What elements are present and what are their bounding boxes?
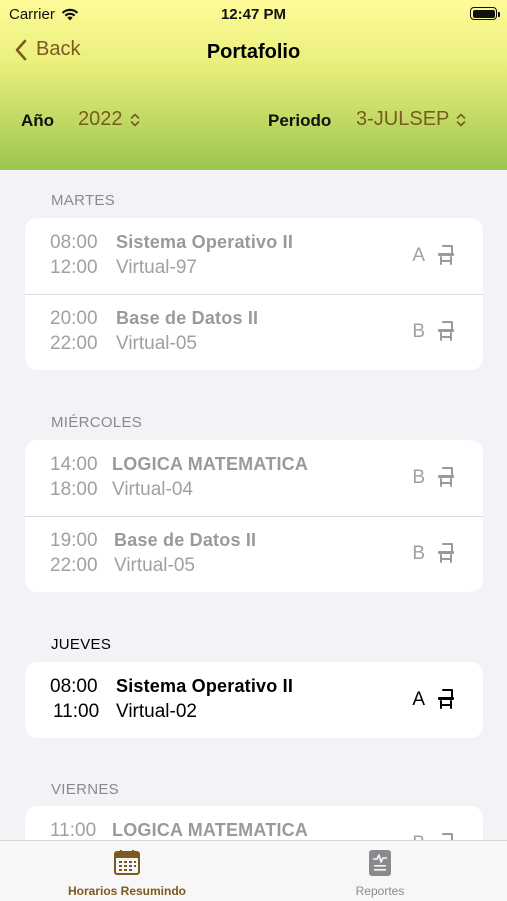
class-row[interactable]: 19:00 22:00 Base de Datos II Virtual-05 … (25, 516, 483, 592)
battery-tip (498, 12, 500, 17)
report-icon (369, 850, 391, 876)
classroom-desk-icon (438, 543, 454, 563)
course-name: Base de Datos II (116, 308, 259, 328)
course-name: LOGICA MATEMATICA (112, 820, 309, 840)
day-card-jueves: 08:00 11:00 Sistema Operativo II Virtual… (25, 662, 483, 738)
group-letter: B (412, 467, 425, 488)
up-down-chevron-icon (457, 113, 466, 126)
filters: Año 2022 Periodo 3-JULSEP (0, 108, 507, 134)
course-name: Base de Datos II (114, 530, 257, 550)
class-row[interactable]: 08:00 12:00 Sistema Operativo II Virtual… (25, 218, 483, 294)
tab-bar: Horarios Resumindo Reportes (0, 840, 507, 901)
end-time: 22:00 (50, 333, 98, 354)
group-letter: A (412, 245, 425, 266)
room-name: Virtual-05 (114, 555, 195, 576)
class-row[interactable]: 20:00 22:00 Base de Datos II Virtual-05 … (25, 294, 483, 370)
day-header-jueves: JUEVES (51, 636, 112, 653)
navigation-bar: Back Portafolio (0, 38, 507, 68)
start-time: 20:00 (50, 308, 98, 329)
group-letter: A (412, 689, 425, 710)
classroom-desk-icon (438, 321, 454, 341)
page-title: Portafolio (206, 41, 301, 63)
header: Carrier 12:47 PM Back Portafolio Año 202… (0, 0, 507, 170)
course-name: Sistema Operativo II (116, 676, 294, 696)
classroom-desk-icon (438, 245, 454, 265)
group-letter: B (412, 543, 425, 564)
day-card-miercoles: 14:00 18:00 LOGICA MATEMATICA Virtual-04… (25, 440, 483, 592)
class-row[interactable]: 14:00 18:00 LOGICA MATEMATICA Virtual-04… (25, 440, 483, 516)
day-header-martes: MARTES (51, 192, 116, 209)
tab-label: Horarios Resumindo (67, 884, 187, 898)
room-name: Virtual-05 (116, 333, 197, 354)
end-time: 18:00 (50, 479, 98, 500)
year-picker[interactable]: 2022 (78, 108, 141, 131)
classroom-desk-icon (438, 689, 454, 709)
period-label: Periodo (268, 111, 332, 130)
classroom-desk-icon (438, 467, 454, 487)
period-value: 3-JULSEP (356, 108, 450, 130)
room-name: Virtual-02 (116, 701, 197, 722)
end-time: 22:00 (50, 555, 98, 576)
tab-horarios-resumindo[interactable]: Horarios Resumindo (47, 849, 207, 898)
tab-label: Reportes (355, 884, 405, 898)
year-label: Año (21, 111, 55, 130)
end-time: 11:00 (53, 701, 100, 722)
room-name: Virtual-97 (116, 257, 197, 278)
start-time: 14:00 (50, 454, 98, 475)
start-time: 08:00 (50, 232, 98, 253)
up-down-chevron-icon (130, 113, 139, 126)
tab-reportes[interactable]: Reportes (300, 849, 460, 898)
period-picker[interactable]: 3-JULSEP (356, 108, 467, 131)
start-time: 19:00 (50, 530, 98, 551)
clock: 12:47 PM (220, 6, 287, 23)
class-row[interactable]: 08:00 11:00 Sistema Operativo II Virtual… (25, 662, 483, 738)
group-letter: B (412, 321, 425, 342)
course-name: LOGICA MATEMATICA (112, 454, 309, 474)
battery-icon (470, 7, 497, 20)
year-value: 2022 (78, 108, 123, 130)
status-bar: Carrier 12:47 PM (0, 5, 507, 25)
start-time: 08:00 (50, 676, 98, 697)
room-name: Virtual-04 (112, 479, 193, 500)
day-header-viernes: VIERNES (51, 781, 119, 798)
end-time: 12:00 (50, 257, 98, 278)
day-header-miercoles: MIÉRCOLES (51, 414, 143, 431)
calendar-icon (114, 850, 140, 875)
day-card-martes: 08:00 12:00 Sistema Operativo II Virtual… (25, 218, 483, 370)
course-name: Sistema Operativo II (116, 232, 294, 252)
start-time: 11:00 (50, 820, 97, 841)
